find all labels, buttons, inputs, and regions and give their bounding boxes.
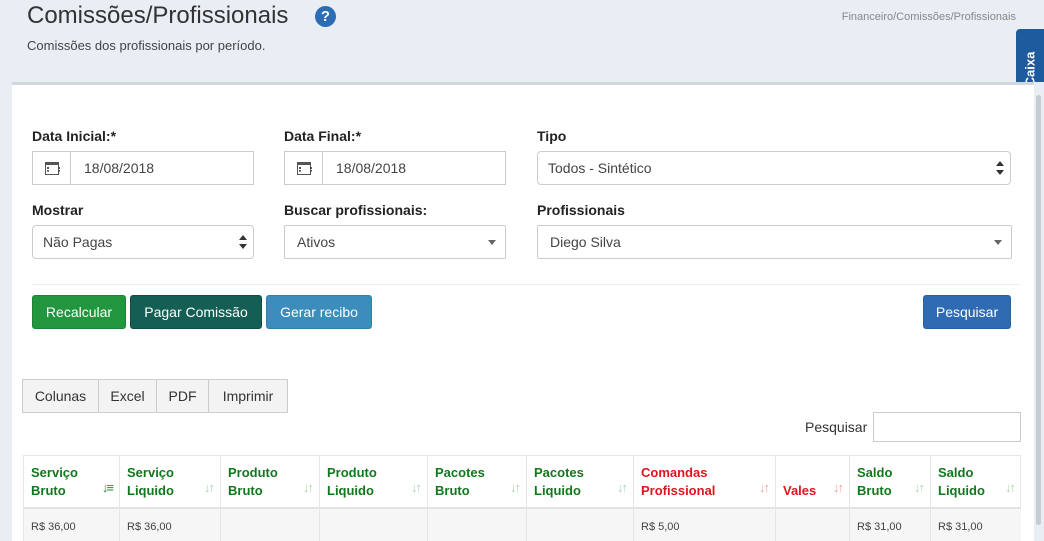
data-final-value[interactable]: 18/08/2018 [323,152,406,184]
mostrar-select[interactable]: Não Pagas [32,225,254,259]
select-updown-icon [996,161,1004,175]
select-updown-icon [239,235,247,249]
calendar-icon[interactable] [33,152,71,184]
column-header[interactable]: Pacotes Liquido ↓↑ [527,456,634,509]
sort-icon: ↓≡ [101,480,114,495]
column-header[interactable]: Comandas Profissional ↓↑ [634,456,776,509]
page-subtitle: Comissões dos profissionais por período. [27,38,266,53]
imprimir-button[interactable]: Imprimir [208,379,288,413]
pesquisar-button[interactable]: Pesquisar [923,295,1011,329]
sort-icon: ↓↑ [411,480,422,495]
table-cell [776,509,850,541]
data-final-label: Data Final:* [284,128,362,144]
table-cell: R$ 31,00 [850,509,931,541]
column-header[interactable]: Vales ↓↑ [776,456,850,509]
sort-icon: ↓↑ [510,480,521,495]
data-inicial-field[interactable]: 18/08/2018 [32,151,254,185]
colunas-button[interactable]: Colunas [22,379,99,413]
sort-icon: ↓↑ [1005,480,1016,495]
buscar-profissionais-value: Ativos [297,234,336,250]
column-header[interactable]: Pacotes Bruto ↓↑ [428,456,527,509]
calendar-icon[interactable] [285,152,323,184]
table-cell [428,509,527,541]
data-final-field[interactable]: 18/08/2018 [284,151,506,185]
table-search-input[interactable] [873,412,1021,442]
commissions-table: Serviço Bruto ↓≡ Serviço Liquido ↓↑ Produto B… [23,455,1021,541]
gerar-recibo-button[interactable]: Gerar recibo [266,295,372,329]
profissionais-label: Profissionais [537,202,625,218]
buscar-profissionais-label: Buscar profissionais: [284,202,428,218]
page-header: Comissões/Profissionais ? Comissões dos … [0,0,1044,84]
table-cell [221,509,320,541]
page-title: Comissões/Profissionais [27,2,289,29]
tipo-label: Tipo [537,128,567,144]
chevron-down-icon [488,240,496,245]
table-search-label: Pesquisar [805,419,868,435]
sort-icon: ↓↑ [914,480,925,495]
data-inicial-value[interactable]: 18/08/2018 [71,152,154,184]
sort-icon: ↓↑ [617,480,628,495]
column-header[interactable]: Saldo Bruto ↓↑ [850,456,931,509]
excel-button[interactable]: Excel [98,379,157,413]
table-cell: R$ 31,00 [931,509,1021,541]
export-button-group: Colunas Excel PDF Imprimir [22,379,288,413]
table-cell [527,509,634,541]
sort-icon: ↓↑ [759,480,770,495]
buscar-profissionais-select[interactable]: Ativos [284,225,506,259]
question-circle-icon[interactable]: ? [315,6,336,27]
profissionais-select[interactable]: Diego Silva [537,225,1012,259]
column-header[interactable]: Saldo Liquido ↓↑ [931,456,1021,509]
divider [32,284,1021,285]
mostrar-value: Não Pagas [43,234,113,250]
scrollbar-thumb[interactable] [1036,95,1041,525]
breadcrumb[interactable]: Financeiro/Comissões/Profissionais [842,11,1016,23]
sort-icon: ↓↑ [204,480,215,495]
sort-icon: ↓↑ [833,480,844,495]
tipo-select[interactable]: Todos - Sintético [537,151,1011,185]
mostrar-label: Mostrar [32,202,84,218]
column-header[interactable]: Serviço Bruto ↓≡ [24,456,120,509]
tipo-value: Todos - Sintético [548,160,652,176]
chevron-down-icon [994,240,1002,245]
data-inicial-label: Data Inicial:* [32,128,117,144]
pdf-button[interactable]: PDF [156,379,209,413]
table-cell: R$ 36,00 [120,509,221,541]
column-header[interactable]: Produto Liquido ↓↑ [320,456,428,509]
table-cell: R$ 36,00 [24,509,120,541]
sort-icon: ↓↑ [303,480,314,495]
pagar-comissao-button[interactable]: Pagar Comissão [130,295,262,329]
table-cell [320,509,428,541]
table-cell: R$ 5,00 [634,509,776,541]
column-header[interactable]: Serviço Liquido ↓↑ [120,456,221,509]
profissionais-value: Diego Silva [550,234,621,250]
recalcular-button[interactable]: Recalcular [32,295,126,329]
column-header[interactable]: Produto Bruto ↓↑ [221,456,320,509]
